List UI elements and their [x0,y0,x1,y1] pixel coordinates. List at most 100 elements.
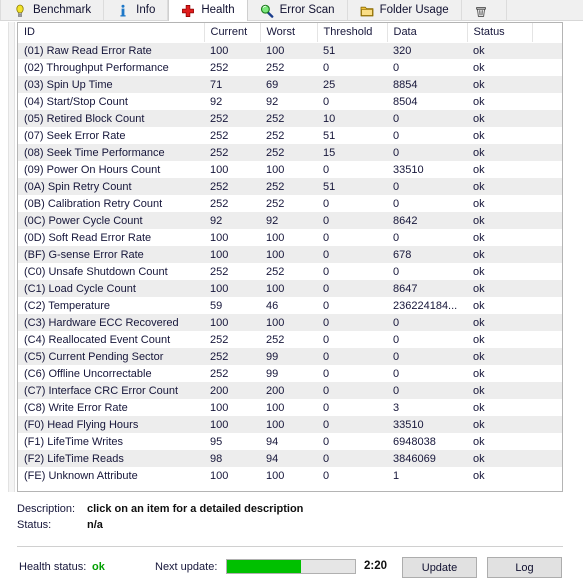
cell-data: 0 [387,127,467,144]
cell-data: 0 [387,110,467,127]
table-row[interactable]: (0D) Soft Read Error Rate 100 100 0 0 ok [18,229,562,246]
tab-health[interactable]: Health [168,0,248,22]
log-button[interactable]: Log [487,557,562,578]
tab-error-scan-label: Error Scan [279,3,335,16]
cell-current: 252 [204,331,260,348]
cell-status: ok [467,365,532,382]
table-header: ID Current Worst Threshold Data Status [18,23,562,43]
cell-worst: 99 [260,348,317,365]
cell-spacer [532,76,562,93]
table-row[interactable]: (02) Throughput Performance 252 252 0 0 ok [18,59,562,76]
table-row[interactable]: (C0) Unsafe Shutdown Count 252 252 0 0 ok [18,263,562,280]
table-row[interactable]: (C4) Reallocated Event Count 252 252 0 0 ok [18,331,562,348]
tab-benchmark[interactable]: Benchmark [0,0,105,21]
cell-id: (0D) Soft Read Error Rate [18,229,204,246]
cell-worst: 200 [260,382,317,399]
cell-threshold: 51 [317,42,387,59]
table-row[interactable]: (05) Retired Block Count 252 252 10 0 ok [18,110,562,127]
cell-data: 0 [387,314,467,331]
cell-current: 100 [204,161,260,178]
table-row[interactable]: (C2) Temperature 59 46 0 236224184... ok [18,297,562,314]
cell-data: 0 [387,382,467,399]
table-row[interactable]: (C1) Load Cycle Count 100 100 0 8647 ok [18,280,562,297]
cell-spacer [532,331,562,348]
lightbulb-icon [13,4,27,18]
column-header-worst[interactable]: Worst [260,23,318,43]
cell-threshold: 0 [317,229,387,246]
table-row[interactable]: (03) Spin Up Time 71 69 25 8854 ok [18,76,562,93]
tab-error-scan[interactable]: Error Scan [247,0,348,21]
cell-current: 100 [204,229,260,246]
cell-id: (C7) Interface CRC Error Count [18,382,204,399]
cell-spacer [532,195,562,212]
tab-info[interactable]: Info [104,0,169,21]
cell-worst: 94 [260,450,317,467]
cell-status: ok [467,399,532,416]
cell-spacer [532,93,562,110]
table-row[interactable]: (C7) Interface CRC Error Count 200 200 0 0 ok [18,382,562,399]
smart-attributes-table: ID Current Worst Threshold Data Status (… [18,23,562,484]
column-header-current[interactable]: Current [204,23,261,43]
table-row[interactable]: (FE) Unknown Attribute 100 100 0 1 ok [18,467,562,484]
tab-strip-divider [0,20,583,21]
cell-current: 71 [204,76,260,93]
cell-id: (C1) Load Cycle Count [18,280,204,297]
table-row[interactable]: (F2) LifeTime Reads 98 94 0 3846069 ok [18,450,562,467]
cell-current: 100 [204,467,260,484]
cell-worst: 100 [260,229,317,246]
cell-id: (C5) Current Pending Sector [18,348,204,365]
table-row[interactable]: (C5) Current Pending Sector 252 99 0 0 ok [18,348,562,365]
cell-worst: 100 [260,161,317,178]
table-row[interactable]: (F1) LifeTime Writes 95 94 0 6948038 ok [18,433,562,450]
cell-worst: 252 [260,178,317,195]
table-row[interactable]: (C8) Write Error Rate 100 100 0 3 ok [18,399,562,416]
table-row[interactable]: (F0) Head Flying Hours 100 100 0 33510 ok [18,416,562,433]
cell-threshold: 0 [317,59,387,76]
cell-worst: 252 [260,127,317,144]
table-row[interactable]: (0A) Spin Retry Count 252 252 51 0 ok [18,178,562,195]
table-row[interactable]: (0B) Calibration Retry Count 252 252 0 0 ok [18,195,562,212]
cell-status: ok [467,416,532,433]
cell-worst: 252 [260,110,317,127]
cell-data: 8642 [387,212,467,229]
listview-scrollbar[interactable] [8,22,15,492]
update-button[interactable]: Update [402,557,477,578]
table-row[interactable]: (09) Power On Hours Count 100 100 0 33510 ok [18,161,562,178]
cell-id: (02) Throughput Performance [18,59,204,76]
cell-worst: 92 [260,93,317,110]
cell-data: 320 [387,42,467,59]
cell-worst: 252 [260,331,317,348]
table-row[interactable]: (0C) Power Cycle Count 92 92 0 8642 ok [18,212,562,229]
column-header-data[interactable]: Data [387,23,468,43]
table-row[interactable]: (07) Seek Error Rate 252 252 51 0 ok [18,127,562,144]
cell-worst: 252 [260,59,317,76]
cell-current: 252 [204,178,260,195]
cell-spacer [532,433,562,450]
tab-trash[interactable] [461,0,507,21]
column-header-threshold[interactable]: Threshold [317,23,388,43]
cell-worst: 252 [260,144,317,161]
cell-spacer [532,348,562,365]
cell-status: ok [467,76,532,93]
table-row[interactable]: (04) Start/Stop Count 92 92 0 8504 ok [18,93,562,110]
cell-id: (03) Spin Up Time [18,76,204,93]
tab-folder-usage[interactable]: Folder Usage [347,0,462,21]
column-header-id[interactable]: ID [18,23,205,43]
cell-current: 252 [204,144,260,161]
table-row[interactable]: (08) Seek Time Performance 252 252 15 0 ok [18,144,562,161]
table-row[interactable]: (C3) Hardware ECC Recovered 100 100 0 0 ok [18,314,562,331]
cell-id: (0A) Spin Retry Count [18,178,204,195]
table-body: (01) Raw Read Error Rate 100 100 51 320 ok (02… [18,42,562,484]
smart-attributes-listview[interactable]: ID Current Worst Threshold Data Status (… [17,22,563,492]
cell-data: 0 [387,263,467,280]
status-label: Status: [17,519,52,531]
cell-data: 1 [387,467,467,484]
footer-bar: Health status: ok Next update: 2:20 Upda… [0,556,583,584]
table-row[interactable]: (BF) G-sense Error Rate 100 100 0 678 ok [18,246,562,263]
table-row[interactable]: (01) Raw Read Error Rate 100 100 51 320 ok [18,42,562,59]
table-row[interactable]: (C6) Offline Uncorrectable 252 99 0 0 ok [18,365,562,382]
cell-spacer [532,399,562,416]
column-header-status[interactable]: Status [467,23,533,43]
cell-status: ok [467,178,532,195]
cell-threshold: 0 [317,331,387,348]
